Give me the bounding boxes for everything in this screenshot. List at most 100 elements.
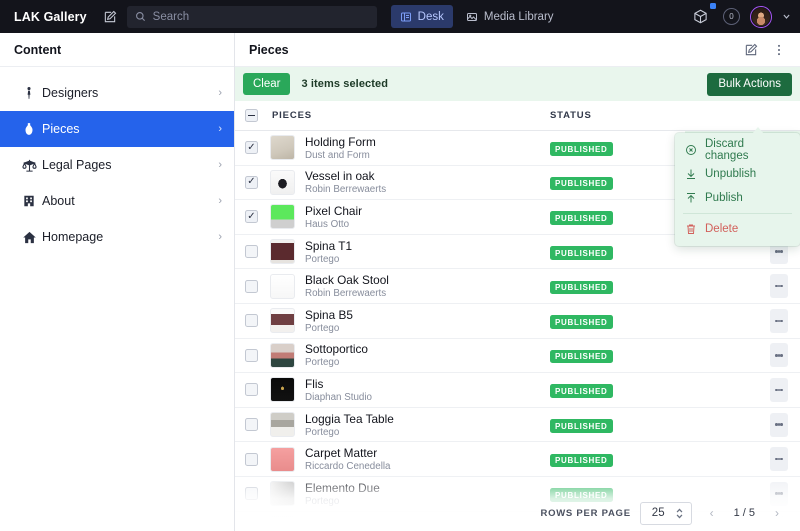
table-row[interactable]: Carpet Matter Riccardo Cenedella PUBLISHED [235,442,800,477]
row-thumbnail [270,204,295,230]
package-icon[interactable] [687,2,716,29]
menu-item-publish[interactable]: Publish [675,186,800,210]
home-icon [16,230,42,245]
menu-item-label: Unpublish [705,168,757,180]
rows-per-page-value: 25 [651,507,665,519]
discard-icon [685,144,697,156]
menu-item-delete[interactable]: Delete [675,217,800,241]
status-badge: PUBLISHED [550,315,613,329]
rows-per-page-stepper[interactable]: 25 [639,501,692,525]
row-menu-button[interactable] [770,343,788,368]
table-row[interactable]: Sottoportico Portego PUBLISHED [235,339,800,374]
search-icon [135,11,146,22]
row-checkbox[interactable] [245,383,258,397]
next-page-button[interactable]: › [766,502,788,524]
row-thumbnail [270,273,295,299]
row-thumbnail [270,446,295,472]
chevron-right-icon: › [218,159,222,171]
chevron-down-icon[interactable] [782,12,791,21]
prev-page-button[interactable]: ‹ [701,502,723,524]
row-author: Portego [305,253,340,265]
row-title: Black Oak Stool [305,273,389,288]
tab-desk-label: Desk [417,10,444,23]
row-title: Sottoportico [305,342,368,357]
avatar[interactable] [750,5,772,28]
row-status: PUBLISHED [550,139,613,157]
brand-title: LAK Gallery [14,9,87,24]
row-checkbox[interactable] [245,418,258,432]
bulk-actions-dropdown: Discard changes Unpublish Publish Delete [675,127,800,246]
sidebar-item-designers[interactable]: Designers › [0,75,234,111]
row-checkbox[interactable] [245,210,258,224]
row-author: Portego [305,426,340,438]
row-author: Diaphan Studio [305,391,372,403]
row-meta: Pixel Chair Haus Otto [305,204,362,230]
row-checkbox[interactable] [245,279,258,293]
row-thumbnail [270,308,295,334]
menu-item-label: Delete [705,223,739,235]
kebab-menu-icon[interactable] [766,38,792,62]
tab-media-library[interactable]: Media Library [457,5,563,28]
notification-count-badge[interactable]: 0 [723,8,740,25]
menu-divider [683,213,792,214]
compose-icon[interactable] [738,38,764,62]
main-header-actions [738,38,792,62]
table-row[interactable]: Flis Diaphan Studio PUBLISHED [235,373,800,408]
select-all-checkbox[interactable] [245,109,258,122]
menu-item-discard-changes[interactable]: Discard changes [675,138,800,162]
row-checkbox[interactable] [245,348,258,362]
compose-icon[interactable] [97,5,123,29]
row-title: Vessel in oak [305,169,375,184]
clear-button[interactable]: Clear [243,73,291,95]
row-author: Portego [305,357,340,369]
top-bar-right-controls: 0 [687,2,800,29]
sidebar-item-pieces[interactable]: Pieces › [0,111,234,147]
row-menu-button[interactable] [770,377,788,402]
status-badge: PUBLISHED [550,142,613,156]
app-body: Content Designers › Pieces › Legal Pages… [0,33,800,531]
table-row[interactable]: Spina B5 Portego PUBLISHED [235,304,800,339]
row-checkbox[interactable] [245,452,258,466]
column-header-pieces: PIECES [272,110,312,121]
main-header: Pieces [235,33,800,67]
bulk-actions-button[interactable]: Bulk Actions [707,72,792,96]
chevron-right-icon: › [218,231,222,243]
sidebar-item-about[interactable]: About › [0,183,234,219]
row-menu-button[interactable] [770,412,788,437]
page-indicator: 1 / 5 [733,507,755,519]
row-menu-button[interactable] [770,447,788,472]
status-badge: PUBLISHED [550,453,613,468]
row-thumbnail [270,239,295,265]
row-title: Holding Form [305,134,376,149]
chevron-right-icon: › [218,195,222,207]
row-meta: Vessel in oak Robin Berrewaerts [305,169,386,195]
sidebar-item-legal-pages[interactable]: Legal Pages › [0,147,234,183]
row-menu-button[interactable] [770,274,788,299]
row-author: Haus Otto [305,218,350,230]
search-input[interactable]: Search [126,5,377,28]
row-title: Pixel Chair [305,203,363,218]
row-meta: Spina T1 Portego [305,239,352,265]
row-checkbox[interactable] [245,245,258,259]
sidebar-item-label: Pieces [42,122,80,136]
arrow-down-icon [685,168,697,180]
row-checkbox[interactable] [245,141,258,155]
rows-per-page-label: ROWS PER PAGE [540,507,631,519]
menu-item-unpublish[interactable]: Unpublish [675,162,800,186]
table-row[interactable]: Loggia Tea Table Portego PUBLISHED [235,408,800,443]
tab-desk[interactable]: Desk [390,5,453,28]
row-author: Riccardo Cenedella [305,461,391,473]
sidebar-header: Content [0,33,234,67]
status-badge: PUBLISHED [550,384,613,398]
row-menu-button[interactable] [770,308,788,333]
table-row[interactable]: Black Oak Stool Robin Berrewaerts PUBLISHE… [235,269,800,304]
row-status: PUBLISHED [550,381,613,399]
sidebar-item-homepage[interactable]: Homepage › [0,219,234,255]
row-checkbox[interactable] [245,314,258,328]
sidebar-list: Designers › Pieces › Legal Pages › About… [0,67,234,255]
building-icon [16,194,42,208]
row-checkbox[interactable] [245,175,258,189]
page-title: Pieces [249,42,289,57]
row-title: Spina B5 [305,307,353,322]
row-meta: Carpet Matter Riccardo Cenedella [305,446,391,472]
